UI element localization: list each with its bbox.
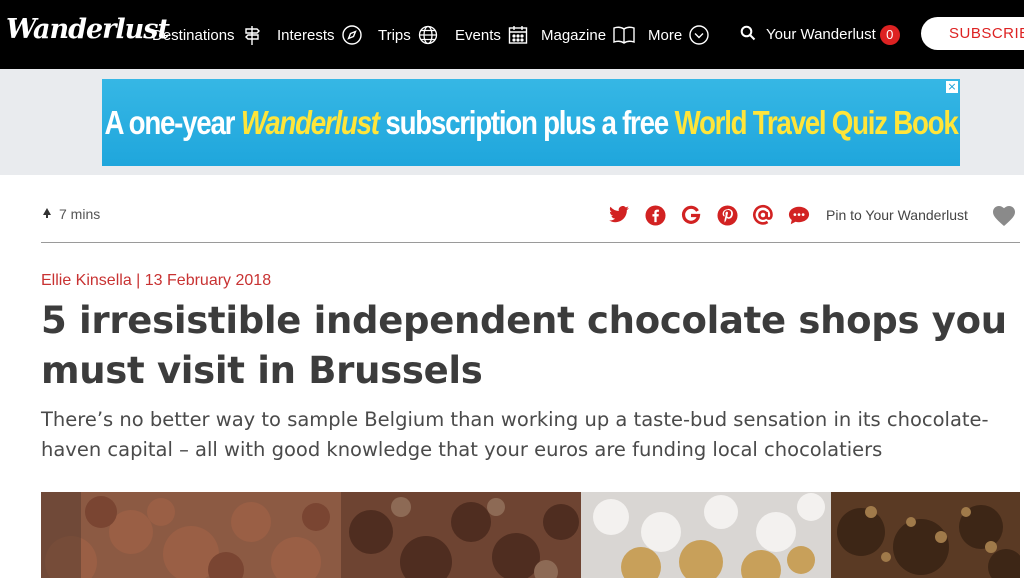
subscription-ad-banner[interactable]: A one-year Wanderlust subscription plus … [102,79,960,166]
hero-image [41,492,1020,578]
coffee-bean-icon [41,206,53,222]
ad-text-brand: Wanderlust [240,103,380,141]
nav-events-label: Events [455,26,501,44]
pinterest-icon[interactable] [716,204,738,226]
twitter-icon[interactable] [608,204,630,226]
account-area: Your Wanderlust 0 [740,22,900,48]
notification-count-badge: 0 [879,25,900,45]
article-byline: Ellie Kinsella | 13 February 2018 [41,272,271,290]
ad-text-offer: World Travel Quiz Book [674,103,959,141]
nav-destinations-label: Destinations [152,26,235,44]
comment-icon[interactable] [788,204,810,226]
nav-more[interactable]: More [648,22,710,48]
top-nav: Wanderlust Destinations Interests Trips … [0,0,1024,69]
subscribe-button[interactable]: SUBSCRIBE [921,17,1024,50]
share-buttons [608,204,810,226]
read-time: 7 mins [41,206,100,222]
email-icon[interactable] [752,204,774,226]
your-wanderlust-link[interactable]: Your Wanderlust 0 [766,25,900,45]
nav-trips[interactable]: Trips [378,22,439,48]
nav-magazine-label: Magazine [541,26,607,44]
facebook-icon[interactable] [644,204,666,226]
chevron-down-circle-icon [688,24,710,46]
nav-interests-label: Interests [277,26,335,44]
your-wanderlust-label: Your Wanderlust [766,26,876,43]
site-logo[interactable]: Wanderlust [6,14,170,45]
book-icon [612,24,636,46]
nav-trips-label: Trips [378,26,411,44]
nav-more-label: More [648,26,683,44]
pin-to-wanderlust-link[interactable]: Pin to Your Wanderlust [826,207,968,223]
article-standfirst: There’s no better way to sample Belgium … [41,408,989,461]
author-link[interactable]: Ellie Kinsella [41,272,132,289]
search-icon[interactable] [740,25,756,45]
globe-icon [417,24,439,46]
signpost-icon [241,24,263,46]
ad-band: A one-year Wanderlust subscription plus … [0,69,1024,175]
nav-magazine[interactable]: Magazine [541,22,636,48]
ad-text-2: subscription plus a free [385,103,669,141]
article-title: 5 irresistible independent chocolate sho… [41,299,1007,392]
ad-text-1: A one-year [104,103,236,141]
nav-destinations[interactable]: Destinations [152,22,263,48]
publish-date: 13 February 2018 [144,272,272,289]
compass-icon [341,24,363,46]
byline-separator: | [136,272,141,289]
heart-icon[interactable] [992,205,1016,231]
calendar-icon [507,24,529,46]
ad-close-icon[interactable]: × [946,81,958,93]
article-meta-row: 7 mins Pin to Your Wanderlust [41,196,1020,243]
google-plus-icon[interactable] [680,204,702,226]
nav-interests[interactable]: Interests [277,22,363,48]
read-time-label: 7 mins [59,206,101,222]
ad-headline: A one-year Wanderlust subscription plus … [105,79,959,166]
nav-events[interactable]: Events [455,22,529,48]
